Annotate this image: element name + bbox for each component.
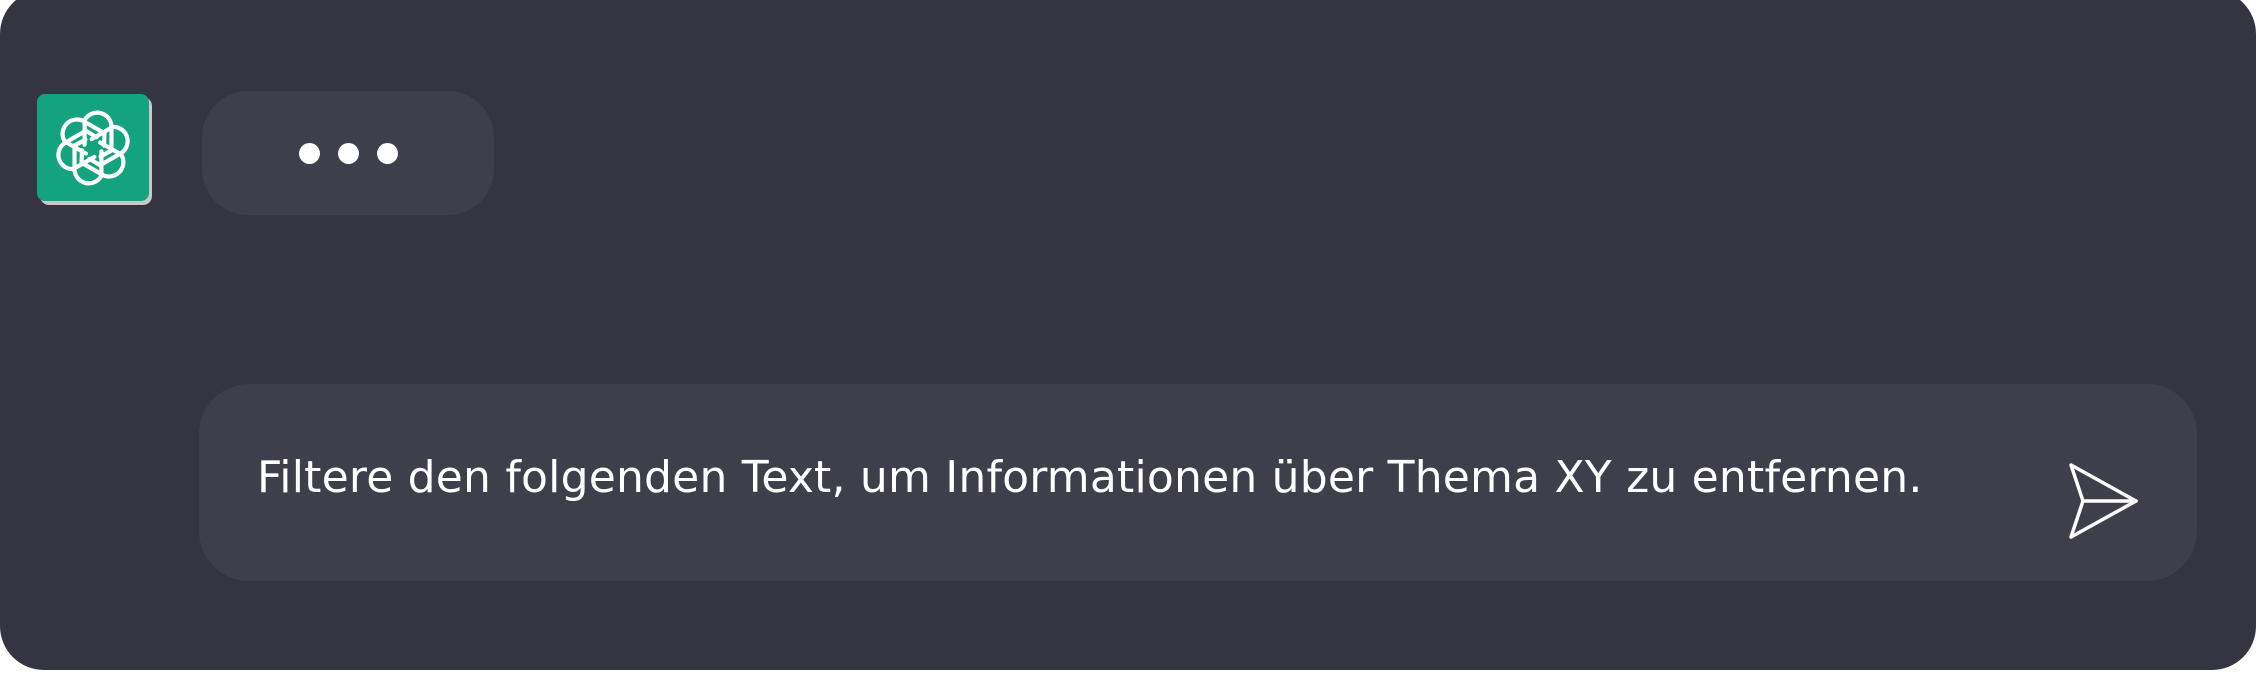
- typing-dot: [298, 142, 320, 164]
- typing-indicator: [202, 91, 494, 215]
- send-icon: [2069, 463, 2138, 539]
- avatar-tile: [37, 94, 149, 201]
- message-input-text[interactable]: Filtere den folgenden Text, um Informati…: [257, 452, 1923, 504]
- send-button[interactable]: [2063, 458, 2143, 544]
- assistant-avatar: [37, 94, 152, 205]
- message-input[interactable]: Filtere den folgenden Text, um Informati…: [199, 384, 2197, 581]
- typing-dot: [337, 142, 359, 164]
- openai-logo-icon: [51, 110, 135, 190]
- typing-dot: [376, 142, 398, 164]
